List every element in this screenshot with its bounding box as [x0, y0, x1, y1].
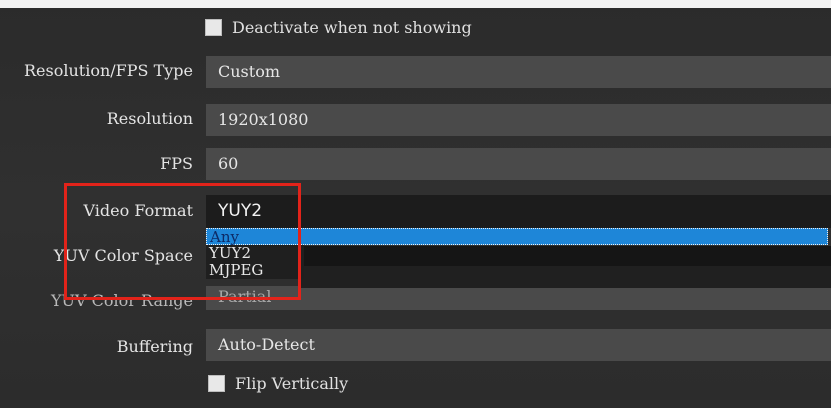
deactivate-label: Deactivate when not showing	[232, 18, 472, 37]
deactivate-checkbox[interactable]: Deactivate when not showing	[205, 18, 472, 37]
checkbox-box[interactable]	[205, 19, 222, 36]
resolution-label: Resolution	[106, 109, 193, 128]
fps-label: FPS	[160, 154, 193, 173]
source-properties-panel: Deactivate when not showing Resolution/F…	[0, 0, 831, 408]
checkbox-box[interactable]	[208, 375, 225, 392]
flip-vertically-checkbox[interactable]: Flip Vertically	[208, 374, 348, 393]
buffering-select[interactable]: Auto-Detect	[206, 329, 831, 361]
res-fps-type-select[interactable]: Custom	[206, 56, 831, 88]
top-strip	[0, 0, 831, 8]
red-annotation-box	[64, 183, 301, 300]
flip-vertically-label: Flip Vertically	[235, 374, 349, 393]
resolution-select[interactable]: 1920x1080	[206, 104, 831, 136]
res-fps-type-label: Resolution/FPS Type	[24, 61, 193, 80]
buffering-label: Buffering	[116, 337, 193, 356]
fps-select[interactable]: 60	[206, 148, 831, 180]
